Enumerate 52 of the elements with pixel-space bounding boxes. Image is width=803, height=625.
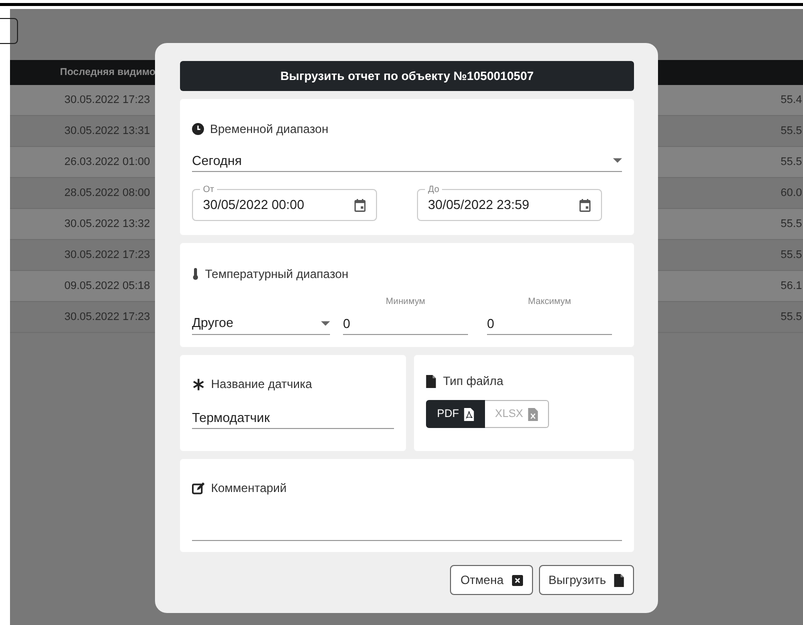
edit-icon [192, 482, 205, 494]
table-cell-text: 30.05.2022 13:32 [63, 216, 150, 232]
table-cell-text: 30.05.2022 17:23 [63, 248, 150, 263]
date-input[interactable]: 30/05/2022 00:00 [203, 195, 354, 215]
table-cell-text: 60.0 [780, 186, 803, 201]
file-icon [426, 374, 436, 388]
table-cell-text: 55.5 [780, 124, 803, 139]
close-icon [512, 574, 522, 586]
table-cell-text: 30.05.2022 13:31 [63, 124, 150, 139]
asterisk-icon [192, 378, 205, 390]
dropdown-caret-icon [321, 320, 330, 326]
table-cell-text: 55.5 [780, 216, 803, 232]
section-label: Комментарий [211, 480, 287, 497]
section-label: Название датчика [211, 376, 312, 393]
spreadsheet-file-icon [528, 408, 538, 420]
text-field[interactable]: Термодатчик [192, 407, 394, 429]
calendar-icon[interactable] [579, 198, 591, 212]
field-label: Минимум [386, 295, 426, 308]
table-cell-text: 28.05.2022 08:00 [63, 186, 150, 201]
cancel-button[interactable]: Отмена [450, 565, 532, 595]
dropdown-field[interactable]: Другое [192, 312, 330, 334]
dropdown-field[interactable]: Сегодня [192, 150, 622, 172]
clock-icon [192, 123, 204, 135]
section-label: Температурный диапазон [205, 266, 348, 283]
table-cell-text: 56.1 [780, 278, 803, 294]
table-cell-text: 30.05.2022 17:23 [63, 92, 150, 108]
calendar-icon[interactable] [354, 198, 366, 212]
dropdown-caret-icon [613, 158, 622, 163]
table-cell-text: 55.5 [780, 248, 803, 263]
table-cell-text: 26.03.2022 01:00 [63, 154, 150, 170]
table-cell-text: 09.05.2022 05:18 [63, 278, 150, 294]
field-label: Максимум [528, 295, 572, 308]
table-cell-text: 55.4 [780, 92, 803, 108]
table-cell-text: 30.05.2022 17:23 [63, 310, 150, 325]
section-label: Тип файла [443, 373, 504, 390]
outlined-button[interactable] [0, 18, 18, 44]
table-cell-text: 55.5 [780, 154, 803, 170]
number-field[interactable]: 0 [487, 312, 612, 334]
date-field[interactable]: До 30/05/2022 23:59 [417, 185, 602, 221]
number-field[interactable]: 0 [343, 312, 468, 334]
comment-box[interactable]: Комментарий [180, 459, 634, 552]
date-input[interactable]: 30/05/2022 23:59 [428, 195, 579, 215]
file-icon [614, 574, 624, 586]
column-header: Последняя видимо [59, 66, 156, 80]
dialog-title: Выгрузить отчет по объекту №1050010507 [180, 61, 634, 91]
pdf-file-icon [464, 408, 474, 420]
date-field[interactable]: От 30/05/2022 00:00 [192, 185, 377, 221]
thermometer-icon [192, 268, 199, 280]
table-cell-text: 55.5 [780, 310, 803, 325]
section-label: Временной диапазон [210, 121, 328, 138]
export-button[interactable]: Выгрузить [538, 565, 634, 595]
file-type-toggle[interactable]: PDF [426, 400, 485, 428]
